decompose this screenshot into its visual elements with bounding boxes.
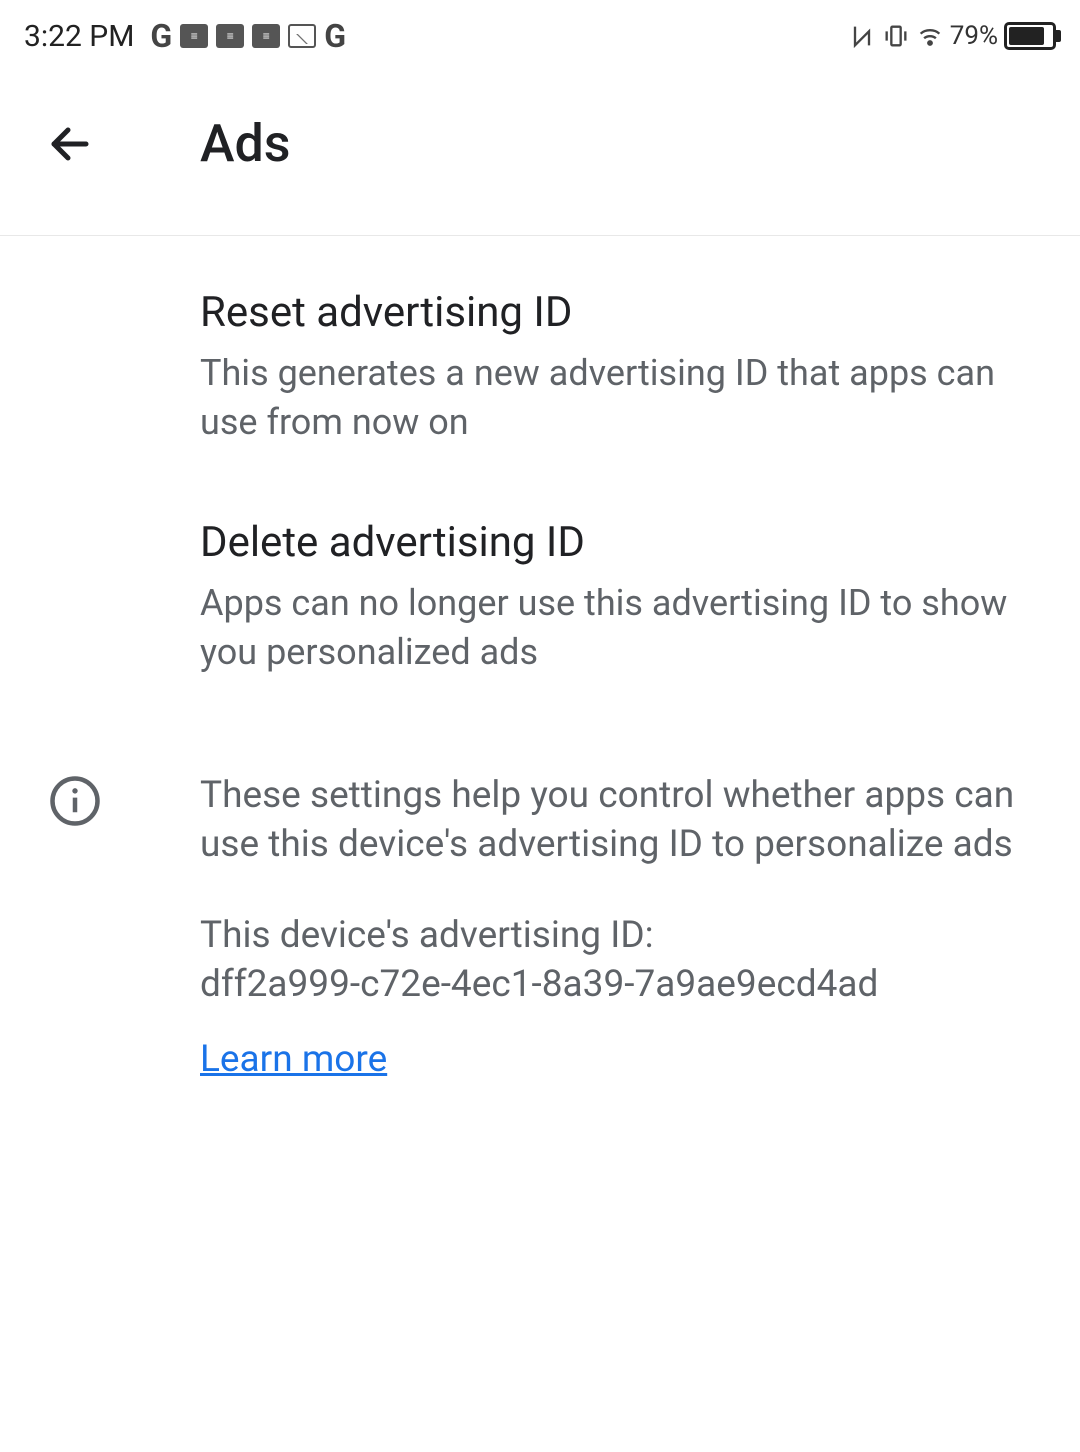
news-icon: ≡ <box>216 24 244 48</box>
google-icon: G <box>150 17 172 55</box>
reset-advertising-id[interactable]: Reset advertising ID This generates a ne… <box>200 288 1032 518</box>
picture-icon <box>288 24 316 48</box>
setting-desc: Apps can no longer use this advertising … <box>200 579 1032 676</box>
news-icon: ≡ <box>252 24 280 48</box>
learn-more-link[interactable]: Learn more <box>200 1038 387 1081</box>
advertising-id-value: dff2a999-c72e-4ec1-8a39-7a9ae9ecd4ad <box>200 961 1032 1010</box>
info-icon <box>48 774 102 828</box>
nfc-icon <box>848 22 876 50</box>
back-arrow-icon <box>46 120 94 168</box>
page-title: Ads <box>200 113 291 174</box>
info-text-block: These settings help you control whether … <box>200 772 1032 1080</box>
status-time: 3:22 PM <box>24 19 134 54</box>
setting-desc: This generates a new advertising ID that… <box>200 349 1032 446</box>
app-bar: Ads <box>0 72 1080 236</box>
info-section: These settings help you control whether … <box>40 748 1032 1080</box>
status-left: 3:22 PM G ≡ ≡ ≡ G <box>24 17 346 55</box>
info-icon-wrap <box>40 772 200 828</box>
advertising-id-label: This device's advertising ID: <box>200 912 1032 961</box>
google-icon: G <box>324 17 346 55</box>
news-icon: ≡ <box>180 24 208 48</box>
wifi-icon <box>916 22 944 50</box>
setting-title: Delete advertising ID <box>200 518 1032 567</box>
setting-title: Reset advertising ID <box>200 288 1032 337</box>
battery-percent: 79% <box>950 21 998 51</box>
battery-icon <box>1004 22 1056 50</box>
status-bar: 3:22 PM G ≡ ≡ ≡ G 79% <box>0 0 1080 72</box>
info-explain: These settings help you control whether … <box>200 772 1032 870</box>
back-button[interactable] <box>40 114 100 174</box>
vibrate-icon <box>882 22 910 50</box>
delete-advertising-id[interactable]: Delete advertising ID Apps can no longer… <box>200 518 1032 748</box>
content: Reset advertising ID This generates a ne… <box>0 236 1080 1081</box>
status-right: 79% <box>848 21 1056 51</box>
